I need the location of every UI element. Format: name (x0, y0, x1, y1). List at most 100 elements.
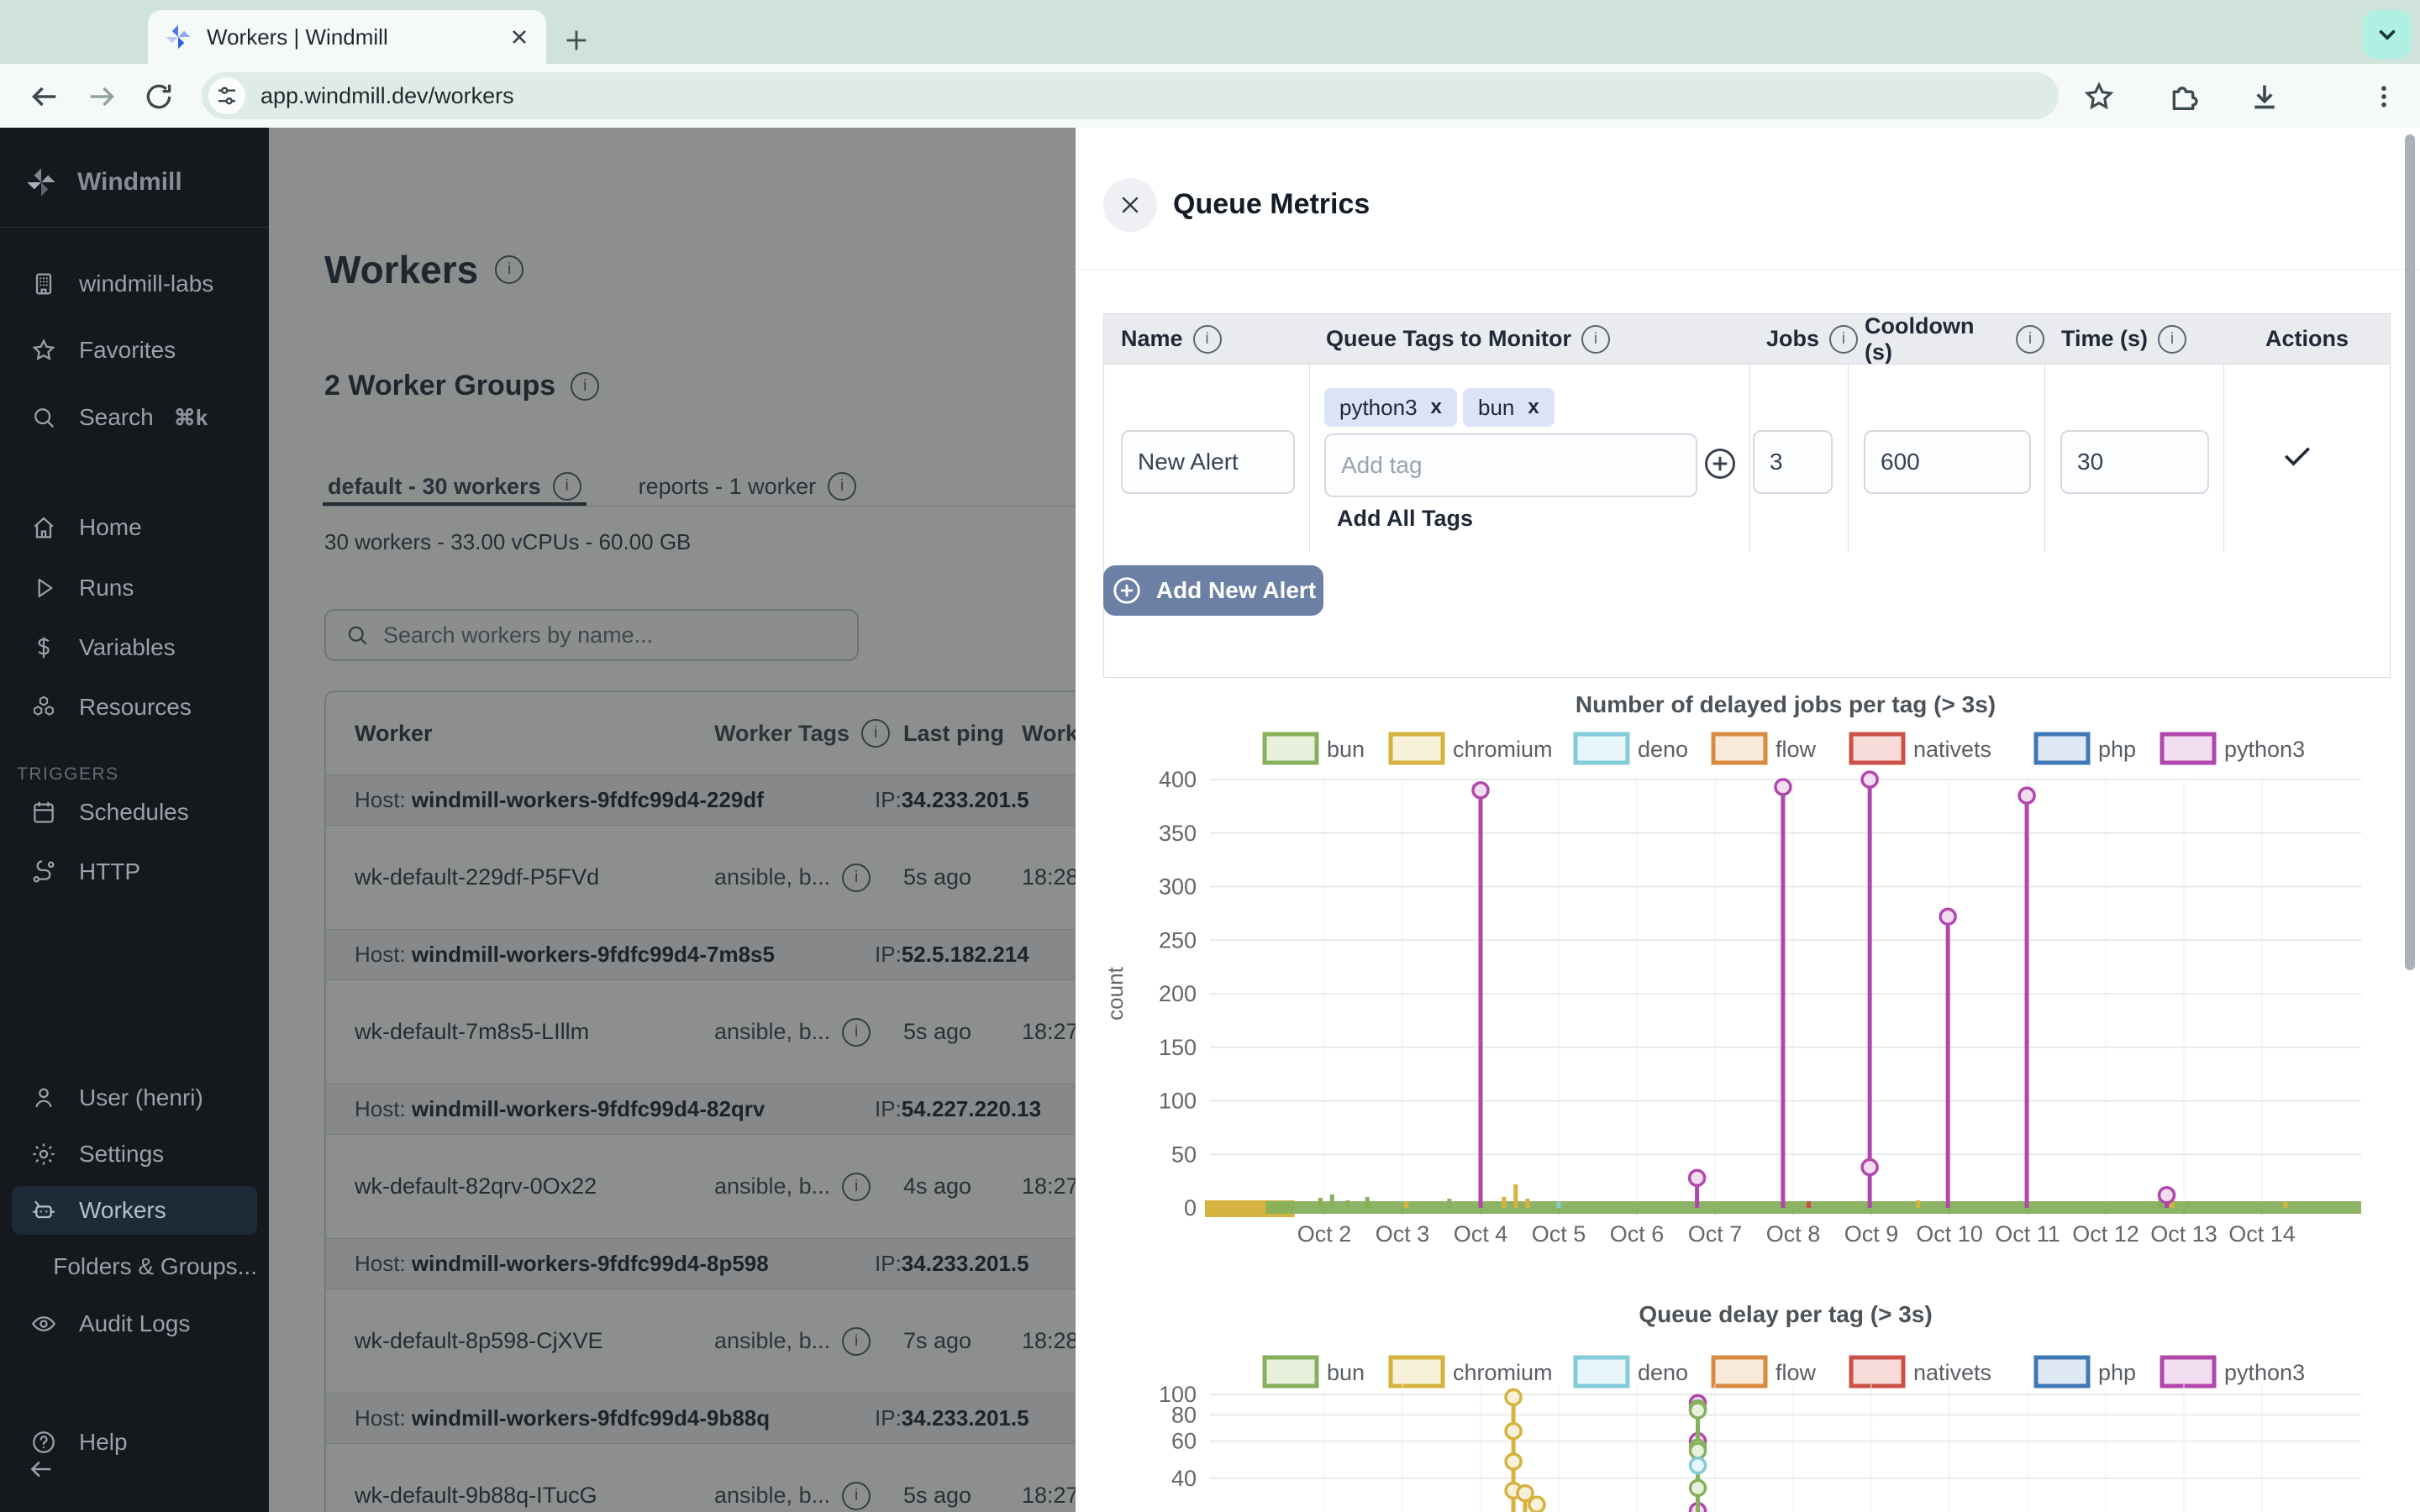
svg-text:nativets: nativets (1913, 1360, 1991, 1385)
svg-text:Oct 2: Oct 2 (1297, 1221, 1352, 1247)
gear-icon (30, 1141, 57, 1168)
svg-text:python3: python3 (2224, 737, 2305, 762)
svg-text:Oct 11: Oct 11 (1995, 1221, 2060, 1247)
svg-text:Number of delayed jobs per tag: Number of delayed jobs per tag (> 3s) (1576, 691, 1996, 717)
svg-text:python3: python3 (2224, 1360, 2305, 1385)
user-icon (30, 1084, 57, 1111)
svg-text:chromium: chromium (1453, 737, 1553, 762)
remove-tag-button[interactable]: x (1528, 396, 1539, 419)
search-shortcut: ⌘k (174, 405, 208, 431)
close-icon (1118, 192, 1143, 218)
time-input[interactable]: 30 (2060, 430, 2209, 494)
delayed-jobs-chart: Number of delayed jobs per tag (> 3s)bun… (1076, 672, 2420, 1285)
arrow-left-icon (28, 80, 61, 113)
svg-text:flow: flow (1776, 737, 1817, 762)
sidebar-item-resources[interactable]: Resources (12, 683, 257, 732)
sidebar-item-workspace[interactable]: windmill-labs (12, 260, 257, 308)
sidebar-item-search[interactable]: Search ⌘k (12, 393, 257, 442)
menu-button[interactable] (2365, 77, 2403, 116)
tab-search-button[interactable] (2363, 10, 2412, 59)
bookmark-button[interactable] (2080, 77, 2118, 116)
help-icon (30, 1429, 57, 1456)
workers-page: Workersi 2 Worker Groupsi default - 30 w… (269, 128, 1076, 1512)
svg-text:Oct 3: Oct 3 (1376, 1221, 1430, 1247)
drawer-backdrop[interactable] (269, 128, 1076, 1512)
collapse-sidebar-button[interactable] (27, 1455, 55, 1483)
sidebar-item-user[interactable]: User (henri) (12, 1074, 257, 1122)
info-icon: i (2158, 325, 2186, 354)
drawer-scrollbar[interactable] (2405, 134, 2415, 970)
back-button[interactable] (25, 77, 64, 116)
svg-text:250: 250 (1159, 927, 1197, 953)
sidebar-item-audit-logs[interactable]: Audit Logs (12, 1299, 257, 1348)
svg-text:300: 300 (1159, 874, 1197, 900)
svg-text:150: 150 (1159, 1035, 1197, 1060)
reload-icon (143, 81, 175, 113)
search-icon (30, 404, 57, 431)
sidebar-item-folders[interactable]: Folders & Groups... (12, 1242, 257, 1291)
svg-text:40: 40 (1171, 1466, 1197, 1491)
alert-row: New Alert python3x bunx Add tag Add All … (1104, 364, 2390, 552)
svg-text:200: 200 (1159, 981, 1197, 1006)
eye-icon (30, 1310, 57, 1337)
drawer-title: Queue Metrics (1173, 188, 1370, 221)
download-icon (2248, 80, 2281, 113)
arrow-left-icon (27, 1455, 55, 1483)
svg-text:bun: bun (1327, 1360, 1365, 1385)
close-drawer-button[interactable] (1103, 178, 1157, 232)
add-tag-button[interactable] (1702, 445, 1739, 482)
forward-button[interactable] (82, 77, 121, 116)
brand[interactable]: Windmill (24, 165, 182, 200)
confirm-alert-button[interactable] (2279, 437, 2316, 474)
jobs-input[interactable]: 3 (1753, 430, 1833, 494)
add-tag-input[interactable]: Add tag (1324, 433, 1697, 497)
svg-text:deno: deno (1638, 737, 1688, 762)
svg-text:Queue delay per tag (> 3s): Queue delay per tag (> 3s) (1639, 1301, 1932, 1327)
windmill-favicon (163, 22, 193, 52)
play-icon (30, 575, 57, 601)
dollar-icon (30, 634, 57, 661)
cooldown-input[interactable]: 600 (1864, 430, 2031, 494)
sidebar-item-settings[interactable]: Settings (12, 1130, 257, 1179)
tag-pill-python3: python3x (1324, 388, 1457, 427)
svg-text:php: php (2098, 737, 2136, 762)
sidebar-item-variables[interactable]: Variables (12, 623, 257, 672)
svg-text:Oct 5: Oct 5 (1532, 1221, 1586, 1247)
svg-text:Oct 14: Oct 14 (2228, 1221, 2296, 1247)
sidebar-item-http[interactable]: HTTP (12, 848, 257, 896)
site-info-button[interactable] (208, 77, 245, 114)
address-bar[interactable]: app.windmill.dev/workers (202, 72, 2059, 119)
svg-text:Oct 12: Oct 12 (2072, 1221, 2139, 1247)
svg-text:350: 350 (1159, 821, 1197, 846)
home-icon (30, 514, 57, 541)
sidebar-item-favorites[interactable]: Favorites (12, 326, 257, 375)
add-new-alert-button[interactable]: Add New Alert (1103, 565, 1323, 616)
queue-metrics-drawer: Queue Metrics Queue Alert Settings i Nam… (1076, 128, 2420, 1512)
alert-name-input[interactable]: New Alert (1121, 430, 1295, 494)
route-icon (30, 858, 57, 885)
svg-text:Oct 9: Oct 9 (1844, 1221, 1899, 1247)
url-text: app.windmill.dev/workers (260, 83, 514, 109)
drawer-divider (1076, 269, 2420, 270)
downloads-button[interactable] (2245, 77, 2284, 116)
plus-circle-icon (1702, 445, 1739, 482)
add-all-tags-button[interactable]: Add All Tags (1337, 506, 1473, 532)
svg-text:400: 400 (1159, 767, 1197, 792)
info-icon: i (1193, 325, 1222, 354)
sidebar-item-home[interactable]: Home (12, 503, 257, 552)
reload-button[interactable] (139, 77, 178, 116)
star-icon (30, 337, 57, 364)
sidebar-item-schedules[interactable]: Schedules (12, 788, 257, 837)
tab-close-icon[interactable] (508, 25, 531, 49)
new-tab-button[interactable] (555, 18, 598, 62)
calendar-icon (30, 799, 57, 826)
remove-tag-button[interactable]: x (1431, 396, 1442, 419)
sidebar-item-workers[interactable]: Workers (12, 1186, 257, 1235)
check-icon (2279, 437, 2316, 474)
queue-delay-chart: Queue delay per tag (> 3s)bunchromiumden… (1076, 1285, 2420, 1512)
browser-tab[interactable]: Workers | Windmill (148, 10, 546, 64)
extensions-button[interactable] (2165, 77, 2203, 116)
sidebar-item-runs[interactable]: Runs (12, 564, 257, 612)
svg-text:Oct 7: Oct 7 (1688, 1221, 1743, 1247)
svg-text:count: count (1102, 966, 1128, 1020)
